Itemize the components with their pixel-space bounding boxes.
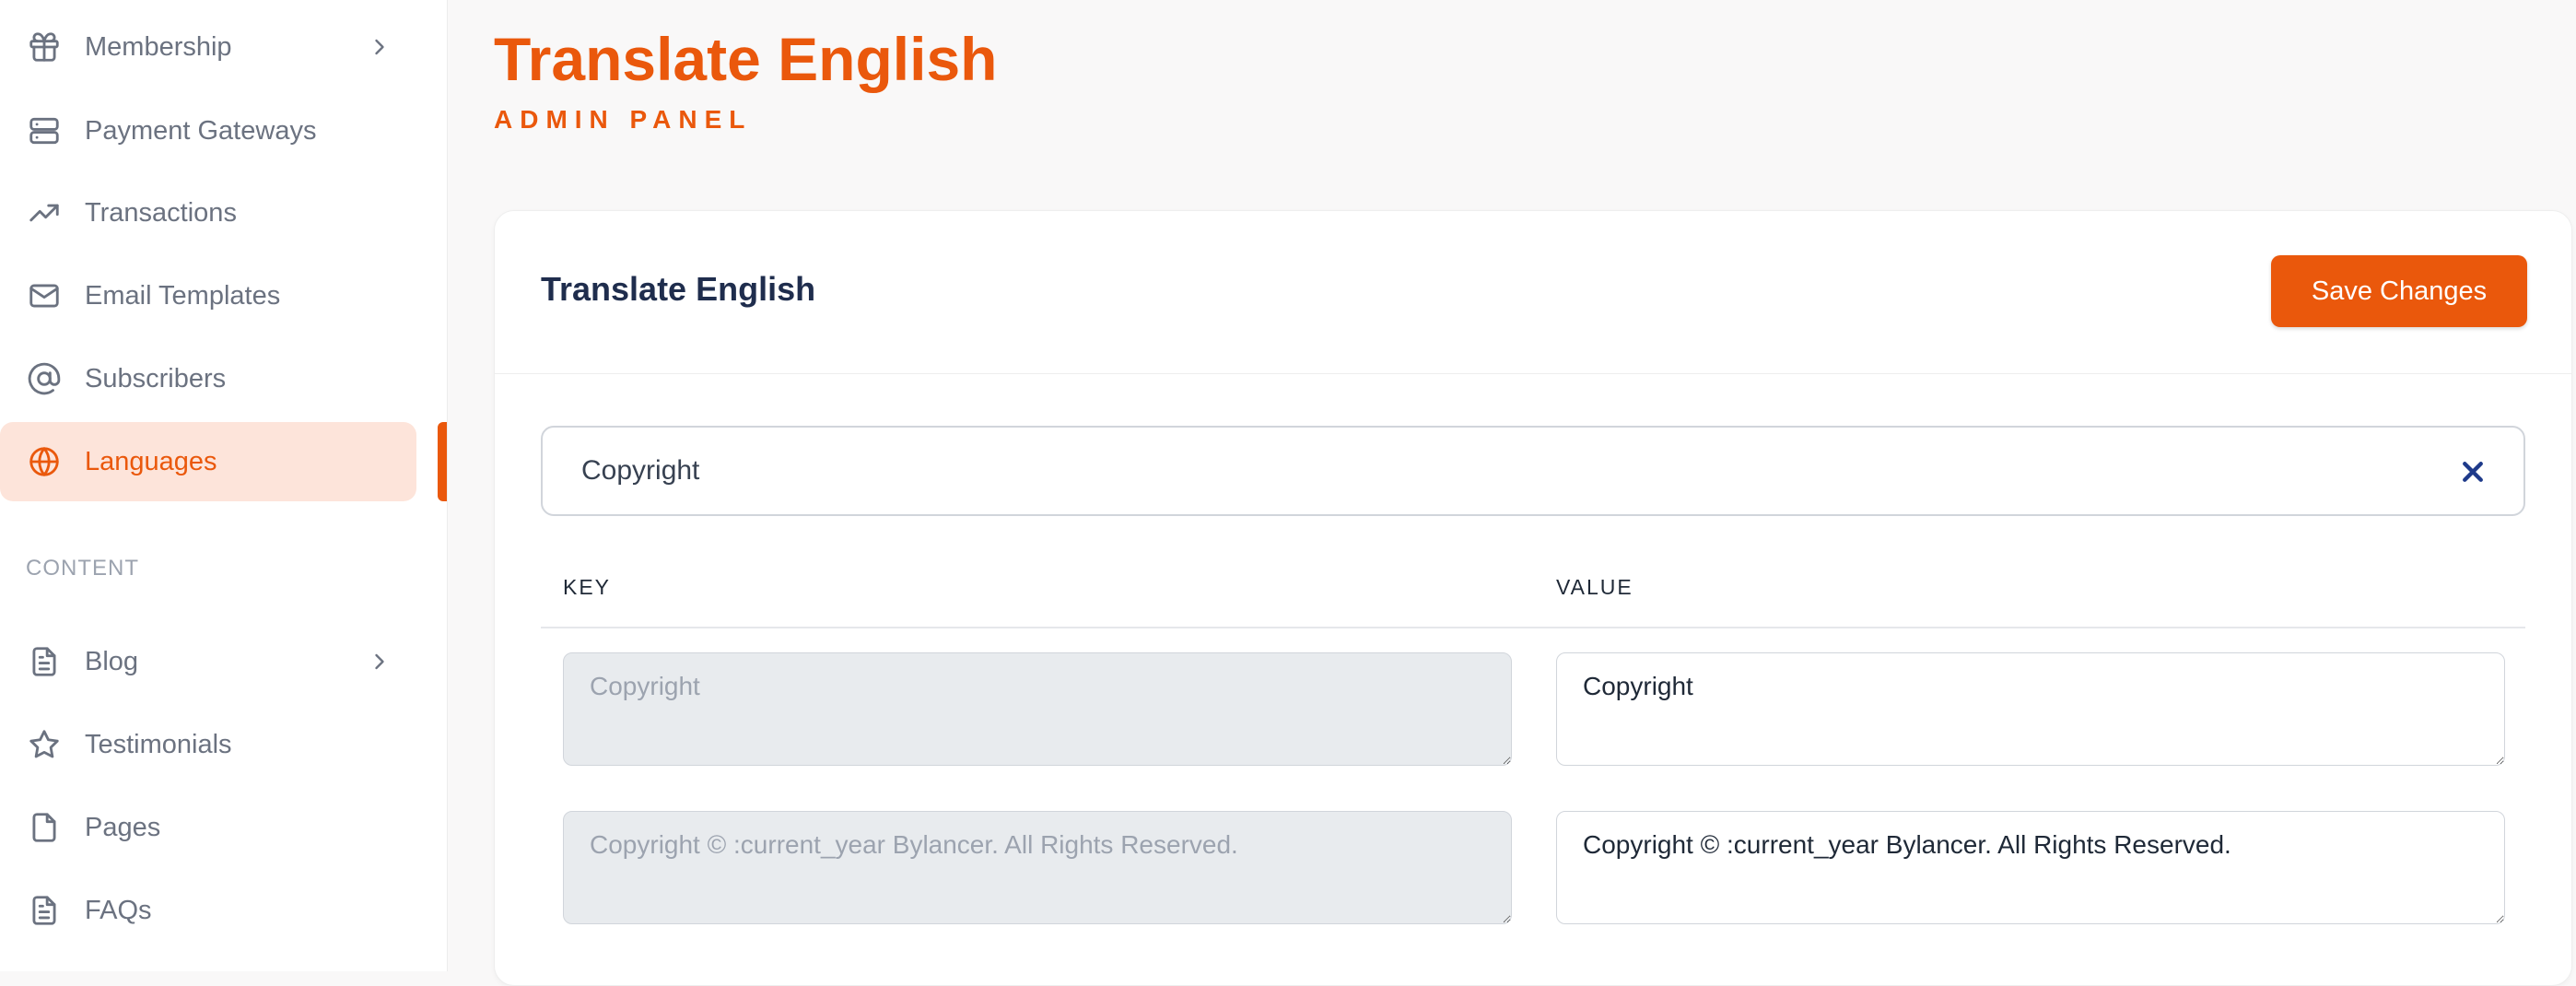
- sidebar-item-email-templates[interactable]: Email Templates: [0, 256, 416, 335]
- sidebar-item-pages[interactable]: Pages: [0, 788, 416, 867]
- value-textarea[interactable]: Copyright: [1556, 652, 2505, 766]
- sidebar-item-faqs[interactable]: FAQs: [0, 871, 416, 950]
- sidebar-item-subscribers[interactable]: Subscribers: [0, 339, 416, 418]
- star-icon: [26, 726, 63, 763]
- sidebar-item-label: Transactions: [85, 197, 237, 228]
- document-icon: [26, 892, 63, 929]
- column-header-value: VALUE: [1556, 575, 1633, 599]
- key-textarea: Copyright: [563, 652, 1512, 766]
- gift-icon: [26, 29, 63, 65]
- trending-up-icon: [26, 194, 63, 231]
- search-input[interactable]: [580, 454, 2334, 487]
- card-title: Translate English: [541, 270, 816, 308]
- sidebar-section-label: CONTENT: [26, 556, 139, 581]
- sidebar-item-label: Subscribers: [85, 363, 227, 393]
- sidebar-item-label: Membership: [85, 31, 232, 62]
- sidebar-item-label: Payment Gateways: [85, 115, 317, 146]
- sidebar-item-testimonials[interactable]: Testimonials: [0, 705, 416, 784]
- value-textarea[interactable]: Copyright © :current_year Bylancer. All …: [1556, 811, 2505, 924]
- globe-icon: [26, 443, 63, 480]
- sidebar-item-label: Blog: [85, 646, 139, 676]
- sidebar: Membership Payment Gateways Transactions…: [0, 0, 448, 971]
- table-header-divider: [541, 627, 2525, 628]
- sidebar-item-blog[interactable]: Blog: [0, 622, 416, 701]
- translate-card: Translate English Save Changes KEY VALUE…: [494, 210, 2572, 986]
- sidebar-item-transactions[interactable]: Transactions: [0, 173, 416, 252]
- search-field: [541, 426, 2525, 516]
- active-indicator: [438, 422, 447, 501]
- sidebar-item-membership[interactable]: Membership: [0, 7, 416, 87]
- page-title: Translate English: [494, 25, 998, 93]
- sidebar-item-languages[interactable]: Languages: [0, 422, 416, 501]
- sidebar-item-label: Pages: [85, 812, 161, 842]
- mail-icon: [26, 277, 63, 314]
- sidebar-item-label: Testimonials: [85, 729, 232, 759]
- sidebar-item-payment-gateways[interactable]: Payment Gateways: [0, 91, 416, 170]
- close-icon[interactable]: [2459, 458, 2487, 486]
- document-icon: [26, 643, 63, 680]
- column-header-key: KEY: [563, 575, 612, 599]
- at-sign-icon: [26, 360, 63, 397]
- page-subtitle: ADMIN PANEL: [494, 105, 753, 134]
- sidebar-item-label: Email Templates: [85, 280, 281, 311]
- sidebar-item-label: FAQs: [85, 895, 152, 925]
- file-icon: [26, 809, 63, 846]
- chevron-right-icon: [367, 34, 392, 60]
- sidebar-item-label: Languages: [85, 446, 217, 476]
- chevron-right-icon: [367, 649, 392, 675]
- card-header: Translate English Save Changes: [495, 211, 2571, 374]
- save-changes-button[interactable]: Save Changes: [2271, 255, 2527, 327]
- key-textarea: Copyright © :current_year Bylancer. All …: [563, 811, 1512, 924]
- server-icon: [26, 112, 63, 149]
